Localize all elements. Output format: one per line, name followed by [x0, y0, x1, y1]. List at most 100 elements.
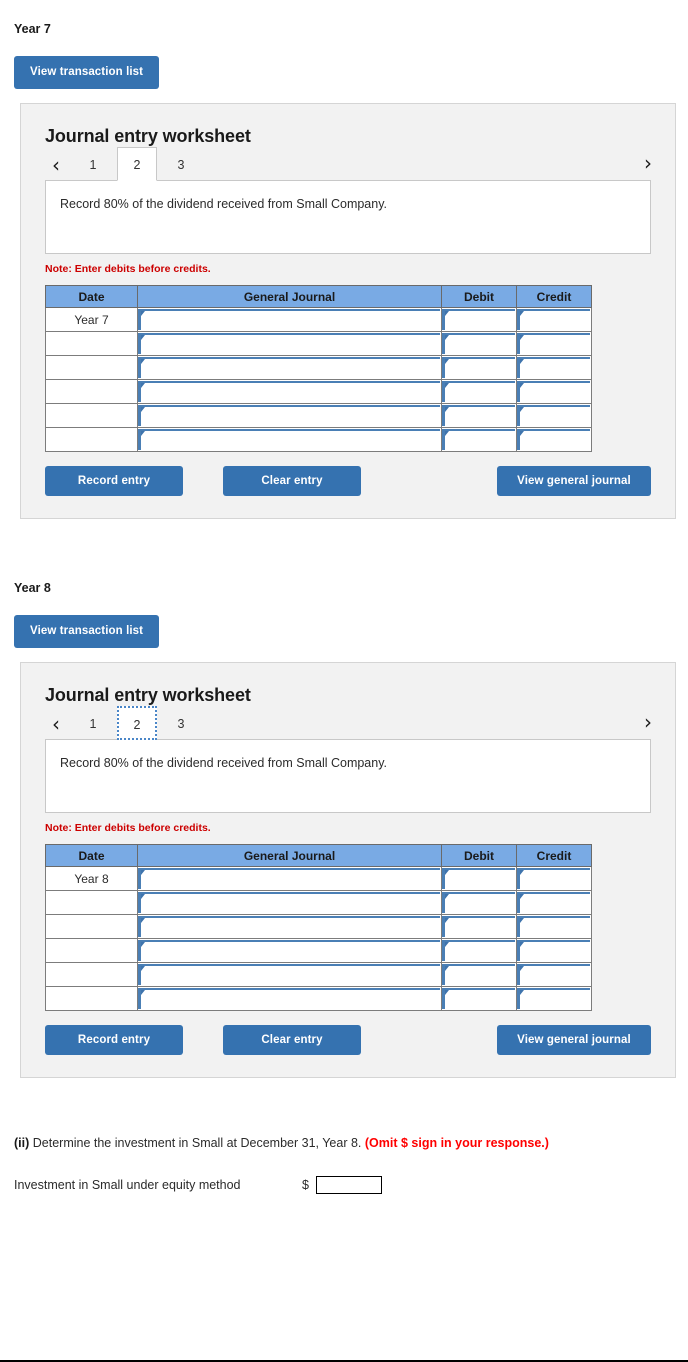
question-marker: (ii) [14, 1136, 30, 1150]
general-journal-input[interactable] [137, 355, 442, 380]
date-cell[interactable] [45, 379, 138, 404]
general-journal-input[interactable] [137, 986, 442, 1011]
input-field-marker [517, 381, 590, 402]
date-cell[interactable] [45, 890, 138, 915]
input-field-marker [138, 429, 440, 450]
worksheet-tab-1-2[interactable]: 1 [73, 706, 113, 740]
omit-dollar-sign-note: (Omit $ sign in your response.) [364, 1136, 549, 1150]
worksheet-tab-2-2[interactable]: 2 [117, 706, 157, 740]
view-transaction-list-button-1[interactable]: View transaction list [14, 56, 160, 89]
next-page-chevron-icon-1[interactable]: › [635, 153, 661, 179]
worksheet-title-1: Journal entry worksheet [45, 126, 251, 146]
general-journal-input[interactable] [137, 866, 442, 891]
worksheet-tabs-2: ‹ 1 2 3 › [21, 706, 675, 740]
credit-input[interactable] [516, 866, 592, 891]
table-row [45, 986, 592, 1011]
debit-input[interactable] [441, 938, 517, 963]
table-row [45, 938, 592, 963]
page-root: Year 7 View transaction list Journal ent… [0, 0, 688, 1194]
general-journal-input[interactable] [137, 914, 442, 939]
input-field-marker [442, 892, 515, 913]
debit-input[interactable] [441, 866, 517, 891]
debit-input[interactable] [441, 379, 517, 404]
debit-input[interactable] [441, 355, 517, 380]
date-cell[interactable]: Year 7 [45, 307, 138, 332]
clear-entry-button-1[interactable]: Clear entry [223, 466, 361, 496]
credit-input[interactable] [516, 938, 592, 963]
top-spacer [0, 0, 688, 22]
date-cell[interactable] [45, 355, 138, 380]
entry-description-1: Record 80% of the dividend received from… [45, 180, 651, 254]
input-field-marker [517, 916, 590, 937]
credit-input[interactable] [516, 307, 592, 332]
date-cell[interactable] [45, 427, 138, 452]
credit-input[interactable] [516, 890, 592, 915]
worksheet-actions-2: Record entry Clear entry View general jo… [45, 1025, 651, 1055]
credit-input[interactable] [516, 379, 592, 404]
input-field-marker [442, 988, 515, 1009]
investment-answer-input[interactable] [315, 1176, 382, 1194]
view-general-journal-button-2[interactable]: View general journal [497, 1025, 651, 1055]
journal-entry-worksheet-panel-1: Journal entry worksheet ‹ 1 2 3 › Record… [20, 103, 676, 519]
column-header-date: Date [45, 285, 138, 308]
date-cell[interactable] [45, 986, 138, 1011]
view-general-journal-button-1[interactable]: View general journal [497, 466, 651, 496]
worksheet-tab-2-1[interactable]: 2 [117, 147, 157, 181]
general-journal-input[interactable] [137, 938, 442, 963]
input-field-marker [517, 309, 590, 330]
debit-input[interactable] [441, 331, 517, 356]
question-text: Determine the investment in Small at Dec… [29, 1136, 365, 1150]
credit-input[interactable] [516, 962, 592, 987]
credit-input[interactable] [516, 427, 592, 452]
date-cell[interactable] [45, 331, 138, 356]
debit-input[interactable] [441, 914, 517, 939]
record-entry-button-2[interactable]: Record entry [45, 1025, 183, 1055]
date-cell[interactable] [45, 962, 138, 987]
input-field-marker [517, 333, 590, 354]
general-journal-input[interactable] [137, 403, 442, 428]
worksheet-tab-3-2[interactable]: 3 [161, 706, 201, 740]
table-row [45, 403, 592, 428]
table-row [45, 427, 592, 452]
date-cell[interactable] [45, 938, 138, 963]
input-field-marker [517, 964, 590, 985]
next-page-chevron-icon-2[interactable]: › [635, 712, 661, 738]
table-row [45, 379, 592, 404]
worksheet-actions-1: Record entry Clear entry View general jo… [45, 466, 651, 496]
view-transaction-list-button-2[interactable]: View transaction list [14, 615, 160, 648]
record-entry-button-1[interactable]: Record entry [45, 466, 183, 496]
section-year-7: Year 7 View transaction list Journal ent… [0, 22, 688, 519]
date-cell[interactable] [45, 914, 138, 939]
worksheet-tab-1-1[interactable]: 1 [73, 147, 113, 181]
credit-input[interactable] [516, 914, 592, 939]
input-field-marker [517, 357, 590, 378]
prev-page-chevron-icon-2[interactable]: ‹ [43, 714, 69, 740]
credit-input[interactable] [516, 403, 592, 428]
date-cell[interactable]: Year 8 [45, 866, 138, 891]
table-row [45, 914, 592, 939]
credit-input[interactable] [516, 355, 592, 380]
general-journal-input[interactable] [137, 427, 442, 452]
general-journal-input[interactable] [137, 890, 442, 915]
date-cell[interactable] [45, 403, 138, 428]
input-field-marker [442, 309, 515, 330]
general-journal-input[interactable] [137, 379, 442, 404]
debit-input[interactable] [441, 962, 517, 987]
debit-input[interactable] [441, 403, 517, 428]
credit-input[interactable] [516, 986, 592, 1011]
clear-entry-button-2[interactable]: Clear entry [223, 1025, 361, 1055]
prev-page-chevron-icon-1[interactable]: ‹ [43, 155, 69, 181]
view-transaction-list-wrap-1: View transaction list [0, 36, 688, 89]
debit-input[interactable] [441, 890, 517, 915]
general-journal-input[interactable] [137, 331, 442, 356]
debit-input[interactable] [441, 427, 517, 452]
debit-input[interactable] [441, 986, 517, 1011]
debit-input[interactable] [441, 307, 517, 332]
general-journal-input[interactable] [137, 307, 442, 332]
credit-input[interactable] [516, 331, 592, 356]
table-row [45, 890, 592, 915]
input-field-marker [442, 357, 515, 378]
column-header-general-journal: General Journal [137, 844, 442, 867]
worksheet-tab-3-1[interactable]: 3 [161, 147, 201, 181]
general-journal-input[interactable] [137, 962, 442, 987]
